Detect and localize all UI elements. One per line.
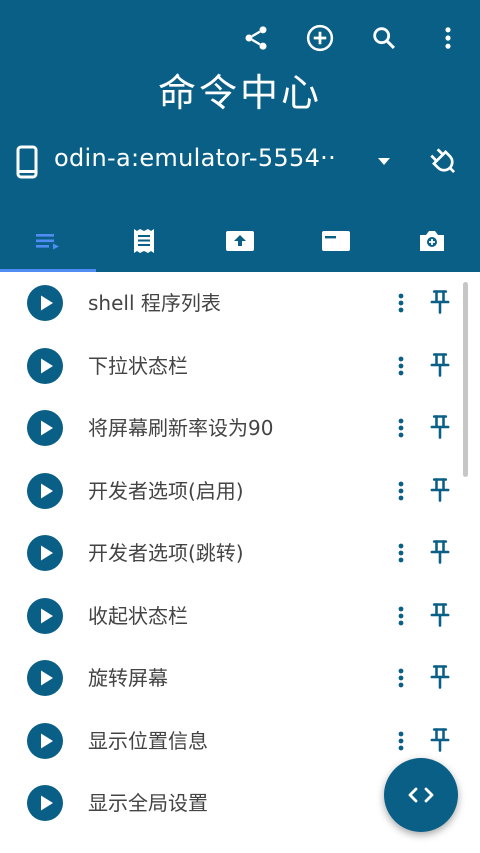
command-label: shell 程序列表 [88, 291, 221, 315]
command-label: 开发者选项(跳转) [88, 541, 244, 565]
more-vert-icon[interactable] [389, 479, 413, 503]
code-fab-button[interactable] [384, 758, 458, 832]
more-vert-icon[interactable] [432, 22, 464, 54]
command-label: 将屏幕刷新率设为90 [88, 416, 274, 440]
pin-icon[interactable] [426, 601, 454, 629]
play-icon[interactable] [27, 660, 63, 696]
tab-command-list[interactable] [0, 210, 96, 272]
command-row[interactable]: shell 程序列表 [0, 272, 480, 335]
terminal-card-icon [322, 231, 350, 251]
pin-icon[interactable] [426, 663, 454, 691]
command-row[interactable]: 旋转屏幕 [0, 647, 480, 710]
plug-icon[interactable] [426, 144, 462, 180]
more-vert-icon[interactable] [389, 604, 413, 628]
pin-icon[interactable] [426, 288, 454, 316]
receipt-icon [134, 229, 154, 253]
play-icon[interactable] [27, 785, 63, 821]
command-label: 收起状态栏 [88, 603, 188, 628]
page-title: 命令中心 [157, 71, 322, 115]
app-header: 命令中心 odin-a:emulator-5554·· [0, 0, 480, 272]
tab-bar [0, 210, 480, 272]
play-icon[interactable] [27, 410, 63, 446]
pin-icon[interactable] [426, 476, 454, 504]
command-row[interactable]: 开发者选项(跳转) [0, 522, 480, 585]
play-icon[interactable] [27, 472, 63, 509]
tab-terminal[interactable] [288, 210, 384, 272]
command-row[interactable]: 收起状态栏 [0, 585, 480, 648]
chevron-down-icon[interactable] [376, 155, 392, 167]
more-vert-icon[interactable] [389, 354, 413, 378]
add-circle-icon[interactable] [304, 22, 336, 54]
more-vert-icon[interactable] [389, 291, 413, 315]
queue-list-icon [36, 234, 59, 250]
more-vert-icon[interactable] [389, 666, 413, 690]
command-row[interactable]: 下拉状态栏 [0, 335, 480, 398]
device-name: odin-a:emulator-5554·· [54, 144, 337, 172]
phone-icon [16, 145, 38, 179]
search-icon[interactable] [368, 22, 400, 54]
camera-icon [420, 231, 444, 251]
device-selector[interactable]: odin-a:emulator-5554·· [0, 140, 480, 186]
play-icon[interactable] [27, 347, 63, 384]
pin-icon[interactable] [426, 351, 454, 379]
pin-icon[interactable] [426, 538, 454, 566]
command-label: 下拉状态栏 [88, 353, 188, 378]
more-vert-icon[interactable] [389, 416, 413, 440]
tab-logs[interactable] [96, 210, 192, 272]
play-icon[interactable] [27, 722, 63, 759]
more-vert-icon[interactable] [389, 541, 413, 565]
command-list: shell 程序列表 下拉状态栏将屏幕刷新率设为90 开发者选项(启用) 开发者选项(… [0, 272, 480, 835]
tab-upload[interactable] [192, 210, 288, 272]
command-label: 开发者选项(启用) [88, 478, 244, 503]
scrollbar[interactable] [463, 282, 468, 477]
play-icon[interactable] [27, 285, 63, 321]
upload-box-icon [226, 231, 254, 251]
play-icon[interactable] [27, 597, 63, 634]
share-icon[interactable] [240, 22, 272, 54]
command-row[interactable]: 将屏幕刷新率设为90 [0, 397, 480, 460]
play-icon[interactable] [27, 535, 63, 571]
command-label: 显示全局设置 [88, 791, 208, 815]
tab-screenshot[interactable] [384, 210, 480, 272]
more-vert-icon[interactable] [389, 729, 413, 753]
pin-icon[interactable] [426, 726, 454, 754]
command-label: 显示位置信息 [88, 728, 208, 753]
command-row[interactable]: 开发者选项(启用) [0, 460, 480, 523]
command-label: 旋转屏幕 [88, 666, 168, 690]
code-icon [408, 787, 434, 803]
pin-icon[interactable] [426, 413, 454, 441]
